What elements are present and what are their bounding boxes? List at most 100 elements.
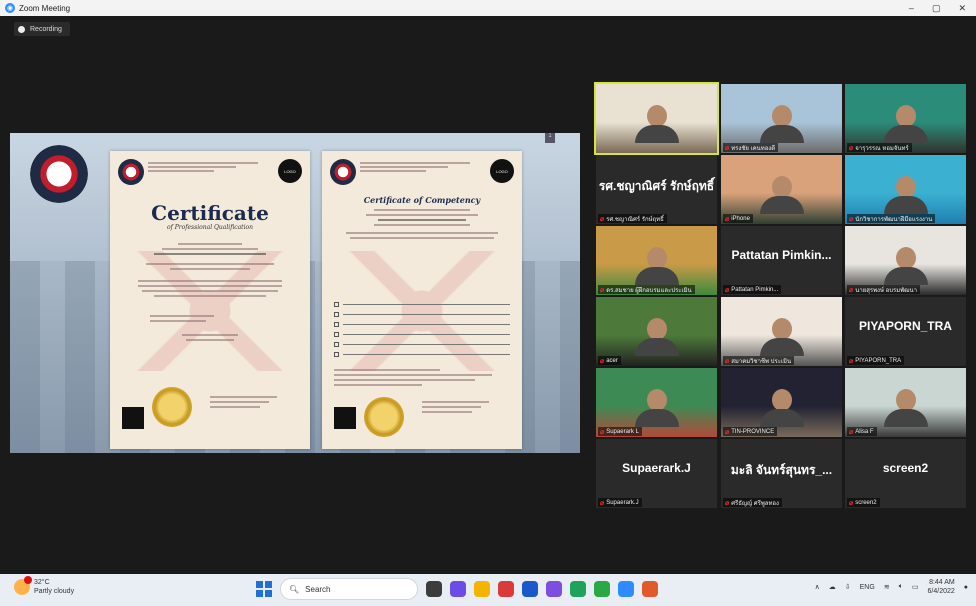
participant-tile[interactable]: ⌀ TIN-PROVINCE <box>721 368 842 437</box>
gold-seal-icon <box>152 387 192 427</box>
participant-name: acer <box>606 357 618 364</box>
cert-body-text <box>130 243 290 344</box>
zoom-logo-icon: ◉ <box>5 3 15 13</box>
qr-code-icon <box>334 407 356 429</box>
qr-code-icon <box>122 407 144 429</box>
mic-muted-icon: ⌀ <box>849 144 854 152</box>
wifi-icon[interactable]: ≋ <box>884 583 890 591</box>
cert-logo: LOGO <box>278 159 302 183</box>
participant-name-tag: ⌀ สมาคมวิชาชีพ ประเมิน <box>723 356 795 365</box>
task-view-icon[interactable] <box>426 581 442 597</box>
file-explorer-icon[interactable] <box>474 581 490 597</box>
participant-tile[interactable]: รศ.ชญาณิศร์ รักษ์ฤทธิ์ ⌀ รศ.ชญาณิศร์ รักษ์… <box>596 155 717 224</box>
mic-muted-icon: ⌀ <box>600 499 605 507</box>
participant-tile[interactable]: ⌀ ทรงชัย เคนทองดี <box>721 84 842 153</box>
participant-name: Pattatan Pimkin... <box>731 286 779 293</box>
participant-tile[interactable]: ⌀ iPhone <box>721 155 842 224</box>
participant-tile[interactable]: ⌀ จารุวรรณ หอมจันทร์ <box>845 84 966 153</box>
usb-icon[interactable]: ⇩ <box>845 583 851 591</box>
participant-video <box>634 105 679 143</box>
cert-footnote <box>334 369 510 388</box>
weather-widget[interactable]: 32°C Partly cloudy <box>14 576 75 596</box>
spotify-icon[interactable] <box>594 581 610 597</box>
weather-desc: Partly cloudy <box>34 588 75 595</box>
recording-indicator[interactable]: Recording <box>14 22 70 36</box>
notification-icon[interactable]: ● <box>964 584 968 591</box>
cert-header <box>360 162 470 176</box>
certificate-competency: LOGO Certificate of Competency <box>322 151 522 449</box>
participant-name-tag: ⌀ acer <box>598 356 621 365</box>
participant-tile[interactable]: PIYAPORN_TRA ⌀ PIYAPORN_TRA <box>845 297 966 366</box>
participant-name: นักวิชาการพัฒนาฝีมือแรงงาน <box>855 216 933 223</box>
minimize-icon[interactable]: – <box>909 3 914 13</box>
participant-video <box>759 318 804 356</box>
system-tray: ∧ ☁ ⇩ ENG ≋ 🔈︎ ▭ 8:44 AM 6/4/2022 ● <box>815 578 968 596</box>
start-icon[interactable] <box>256 581 272 597</box>
participant-tile[interactable]: Pattatan Pimkin... ⌀ Pattatan Pimkin... <box>721 226 842 295</box>
participant-name: iPhone <box>731 215 750 222</box>
participant-tile[interactable]: ⌀ สมาคมวิชาชีพ ประเมิน <box>721 297 842 366</box>
participant-display-name: screen2 <box>882 461 929 475</box>
search-box[interactable]: 🔍︎ Search <box>280 578 418 600</box>
participant-name: ศรีธัญญ์ ศรีพูลทอง <box>731 500 779 507</box>
close-icon[interactable]: ✕ <box>958 3 966 14</box>
participant-tile[interactable]: screen2 ⌀ screen2 <box>845 439 966 508</box>
participant-tile[interactable]: Supaerark.J ⌀ Supaerark.J <box>596 439 717 508</box>
participant-video <box>883 389 928 427</box>
participant-tile[interactable] <box>594 82 719 155</box>
teams-icon[interactable] <box>546 581 562 597</box>
participant-video <box>634 247 679 285</box>
participant-display-name: PIYAPORN_TRA <box>859 319 952 333</box>
participant-video <box>883 105 928 143</box>
clock[interactable]: 8:44 AM 6/4/2022 <box>928 578 955 596</box>
participant-name: Alisa F <box>855 428 874 435</box>
participant-display-name: Supaerark.J <box>622 461 691 475</box>
mic-muted-icon: ⌀ <box>849 499 854 507</box>
participant-video <box>634 389 679 427</box>
participant-name-tag: ⌀ ศรีธัญญ์ ศรีพูลทอง <box>723 498 782 507</box>
institute-seal-icon <box>30 145 88 203</box>
edge-icon[interactable] <box>618 581 634 597</box>
participant-name-tag: ⌀ รศ.ชญาณิศร์ รักษ์ฤทธิ์ <box>598 214 667 223</box>
mic-muted-icon: ⌀ <box>849 286 854 294</box>
participant-tile[interactable]: ⌀ acer <box>596 297 717 366</box>
cert-title: Certificate of Competency <box>363 195 481 205</box>
chat-icon[interactable] <box>450 581 466 597</box>
cert-seal-icon <box>330 159 356 185</box>
participant-tile[interactable]: ⌀ Supaerark L <box>596 368 717 437</box>
participant-tile[interactable]: ⌀ นายสุรพงษ์ อบรมพัฒนา <box>845 226 966 295</box>
certificate-professional: LOGO Certificate of Professional Qualifi… <box>110 151 310 449</box>
cloud-icon[interactable]: ☁ <box>829 583 836 591</box>
maximize-icon[interactable]: ▢ <box>932 3 941 14</box>
battery-icon[interactable]: ▭ <box>912 583 919 591</box>
cert-header <box>148 162 258 176</box>
participant-name: จารุวรรณ หอมจันทร์ <box>855 145 909 152</box>
cert-title: Certificate <box>151 201 269 225</box>
participant-tile[interactable]: ⌀ ดร.สมชาย ผู้ฝึกอบรมและประเมิน <box>596 226 717 295</box>
mcafee-icon[interactable] <box>498 581 514 597</box>
participant-name: นายสุรพงษ์ อบรมพัฒนา <box>855 287 918 294</box>
participant-name-tag: ⌀ Alisa F <box>847 427 877 436</box>
office-icon[interactable] <box>642 581 658 597</box>
chevron-up-icon[interactable]: ∧ <box>815 583 820 591</box>
mic-muted-icon: ⌀ <box>725 215 730 223</box>
participant-name-tag: ⌀ นักวิชาการพัฒนาฝีมือแรงงาน <box>847 214 936 223</box>
participant-display-name: รศ.ชญาณิศร์ รักษ์ฤทธิ์ <box>598 179 715 193</box>
participant-name-tag: ⌀ screen2 <box>847 498 880 507</box>
participant-video <box>883 247 928 285</box>
volume-icon[interactable]: 🔈︎ <box>899 583 903 591</box>
window-controls: – ▢ ✕ <box>909 0 966 16</box>
participant-name: screen2 <box>855 499 877 506</box>
language-indicator[interactable]: ENG <box>860 584 875 591</box>
participant-tile[interactable]: มะลิ จันทร์สุนทร_... ⌀ ศรีธัญญ์ ศรีพูลทอง <box>721 439 842 508</box>
search-icon: 🔍︎ <box>289 584 300 594</box>
participant-name-tag: ⌀ TIN-PROVINCE <box>723 427 778 436</box>
participant-name: TIN-PROVINCE <box>731 428 775 435</box>
participant-name-tag: ⌀ Supaerark L <box>598 427 642 436</box>
taskbar-apps: 🔍︎ Search <box>256 578 658 600</box>
participant-tile[interactable]: ⌀ นักวิชาการพัฒนาฝีมือแรงงาน <box>845 155 966 224</box>
participant-tile[interactable]: ⌀ Alisa F <box>845 368 966 437</box>
store-icon[interactable] <box>522 581 538 597</box>
page-indicator[interactable]: 1 <box>545 133 555 143</box>
line-icon[interactable] <box>570 581 586 597</box>
